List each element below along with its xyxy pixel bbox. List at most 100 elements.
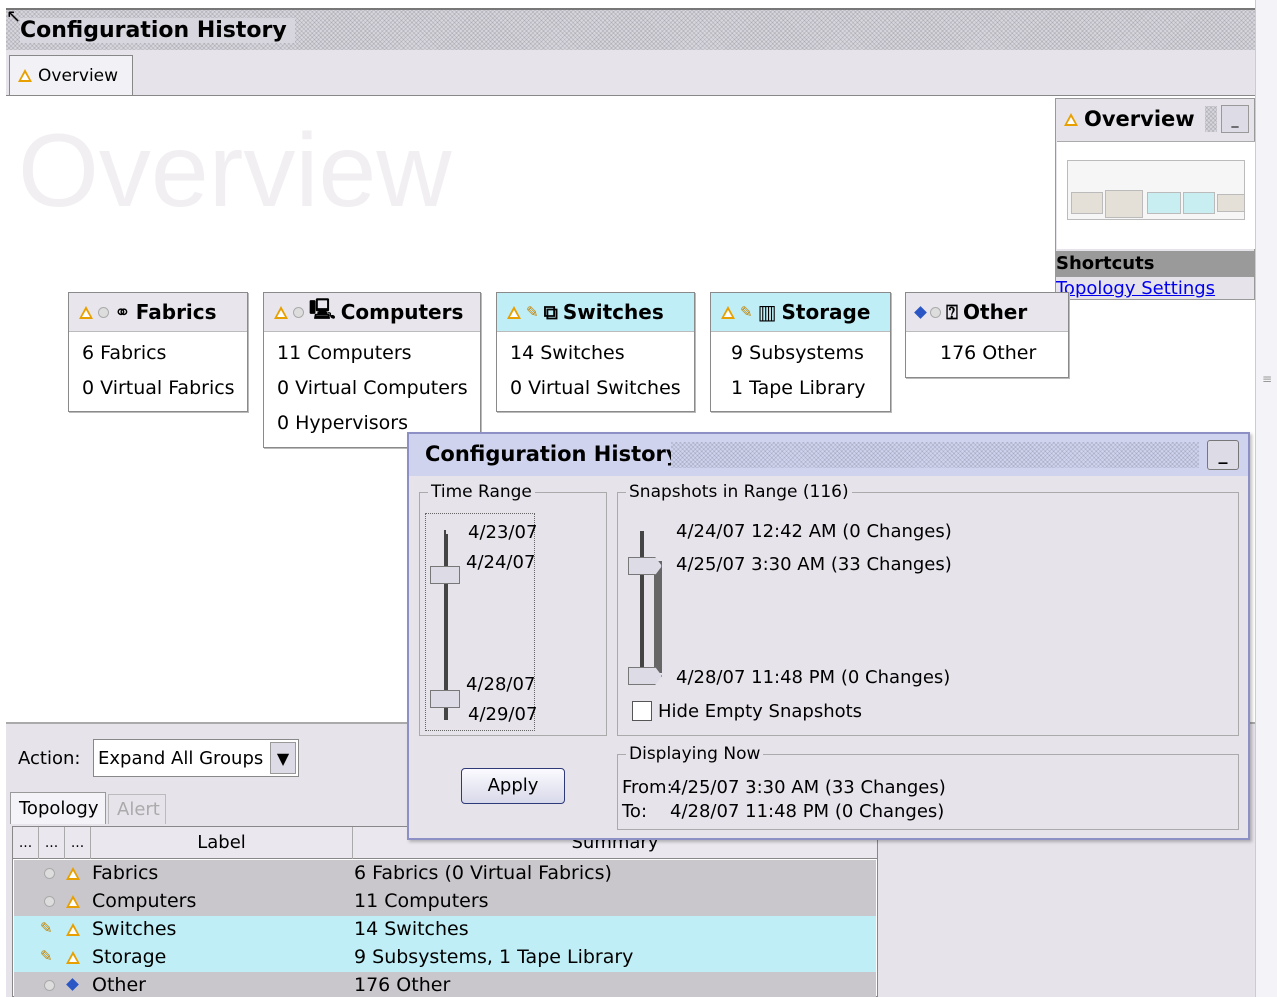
table-row[interactable]: Other 176 Other [14,972,876,997]
row-label: Computers [92,890,197,912]
card-switches[interactable]: ✎ ⧉ Switches 14 Switches 0 Virtual Switc… [496,292,695,412]
thumb-block [1147,192,1181,214]
warning-icon [721,305,735,319]
dialog-title-bar[interactable]: Configuration History _ [409,434,1248,476]
storage-icon: ▥ [757,300,777,324]
slider-track [640,531,644,681]
snapshot-slider[interactable] [624,523,674,685]
row-summary: 11 Computers [354,890,489,912]
chevron-down-icon[interactable]: ▼ [270,742,296,774]
action-select[interactable]: Expand All Groups ▼ [93,739,299,777]
info-diamond-icon [914,305,927,319]
dialog-minimize-button[interactable]: _ [1207,440,1239,470]
thumb-block [1105,190,1143,218]
card-line: 6 Fabrics [82,342,167,364]
time-label: 4/23/07 [468,522,538,543]
time-range-slider[interactable]: 4/23/07 4/24/07 4/28/07 4/29/07 [425,513,538,731]
tab-topology[interactable]: Topology [10,792,106,824]
info-diamond-icon [66,978,79,991]
card-header: 🖳 Computers [264,293,480,332]
card-header: ⍰ Other [906,293,1068,332]
card-title: Fabrics [135,300,217,324]
column-header-label[interactable]: Label [91,827,353,859]
row-summary: 6 Fabrics (0 Virtual Fabrics) [354,862,612,884]
snapshot-item[interactable]: 4/24/07 12:42 AM (0 Changes) [676,521,952,542]
slider-handle-end[interactable] [430,690,460,708]
card-line: 1 Tape Library [731,377,866,399]
card-line: 9 Subsystems [731,342,864,364]
slider-range [654,561,662,673]
hide-empty-checkbox[interactable] [632,701,652,721]
status-circle-icon [44,980,55,991]
time-range-legend: Time Range [428,482,535,502]
apply-button[interactable]: Apply [461,768,565,804]
table-row[interactable]: Fabrics 6 Fabrics (0 Virtual Fabrics) [14,860,876,888]
topology-settings-link[interactable]: Topology Settings [1056,277,1215,301]
warning-icon [66,951,80,964]
card-title: Other [963,300,1028,324]
card-other[interactable]: ⍰ Other 176 Other [905,292,1069,378]
card-computers[interactable]: 🖳 Computers 11 Computers 0 Virtual Compu… [263,292,481,448]
snapshot-item[interactable]: 4/28/07 11:48 PM (0 Changes) [676,667,950,688]
status-circle-icon [98,306,109,318]
title-grip [671,442,1199,468]
window-title: Configuration History [20,18,295,43]
time-label: 4/28/07 [466,674,536,695]
thumb-block [1217,194,1245,212]
table-row[interactable]: Computers 11 Computers [14,888,876,916]
column-header[interactable]: ... [65,827,91,859]
slider-tick [444,530,446,550]
tab-overview[interactable]: Overview [9,55,133,95]
card-title: Computers [340,300,464,324]
status-circle-icon [44,896,55,907]
edit-pencil-icon: ✎ [40,947,53,965]
edit-pencil-icon: ✎ [526,303,539,321]
minimize-button[interactable]: _ [1221,105,1249,133]
action-label: Action: [18,748,81,769]
card-title: Storage [781,300,871,324]
row-label: Fabrics [92,862,159,884]
config-history-dialog: Configuration History _ Time Range 4/23/… [407,432,1250,840]
row-label: Switches [92,918,177,940]
right-edge-strip: ≡ [1255,0,1277,997]
card-fabrics[interactable]: ⚭ Fabrics 6 Fabrics 0 Virtual Fabrics [68,292,248,412]
row-label: Other [92,974,146,996]
slider-handle-start[interactable] [628,557,662,575]
overview-thumbnail[interactable] [1057,141,1255,249]
to-value: 4/28/07 11:48 PM (0 Changes) [670,801,945,822]
status-circle-icon [44,868,55,879]
card-header: ✎ ⧉ Switches [497,293,694,332]
other-icon: ⍰ [946,300,958,324]
row-summary: 176 Other [354,974,451,996]
column-header[interactable]: ... [39,827,65,859]
warning-icon [66,867,80,880]
hide-empty-label[interactable]: Hide Empty Snapshots [658,701,862,722]
thumb-block [1183,192,1215,214]
displaying-legend: Displaying Now [626,744,764,764]
warning-icon [507,305,521,319]
card-line: 0 Virtual Computers [277,377,468,399]
warning-icon [1064,112,1078,126]
table-row[interactable]: ✎ Storage 9 Subsystems, 1 Tape Library [14,944,876,972]
tab-label: Overview [38,65,119,86]
slider-handle-start[interactable] [430,566,460,584]
card-title: Switches [562,300,664,324]
time-label: 4/24/07 [466,552,536,573]
grip-icon [1204,106,1217,132]
tab-strip: Overview [6,50,1255,96]
splitter-grip-icon[interactable]: ≡ [1262,372,1272,386]
row-summary: 14 Switches [354,918,469,940]
to-label: To: [622,801,648,822]
apply-label: Apply [487,775,539,796]
status-circle-icon [930,306,941,318]
table-row[interactable]: ✎ Switches 14 Switches [14,916,876,944]
slider-handle-end[interactable] [628,667,662,685]
card-line: 0 Virtual Fabrics [82,377,235,399]
overview-panel-title: Overview [1084,107,1195,131]
thumb-block [1071,192,1103,214]
snapshot-item[interactable]: 4/25/07 3:30 AM (33 Changes) [676,554,952,575]
card-storage[interactable]: ✎ ▥ Storage 9 Subsystems 1 Tape Library [710,292,891,412]
tab-alert[interactable]: Alert [108,794,166,824]
pointer-icon: ↖ [6,6,22,27]
column-header[interactable]: ... [13,827,39,859]
